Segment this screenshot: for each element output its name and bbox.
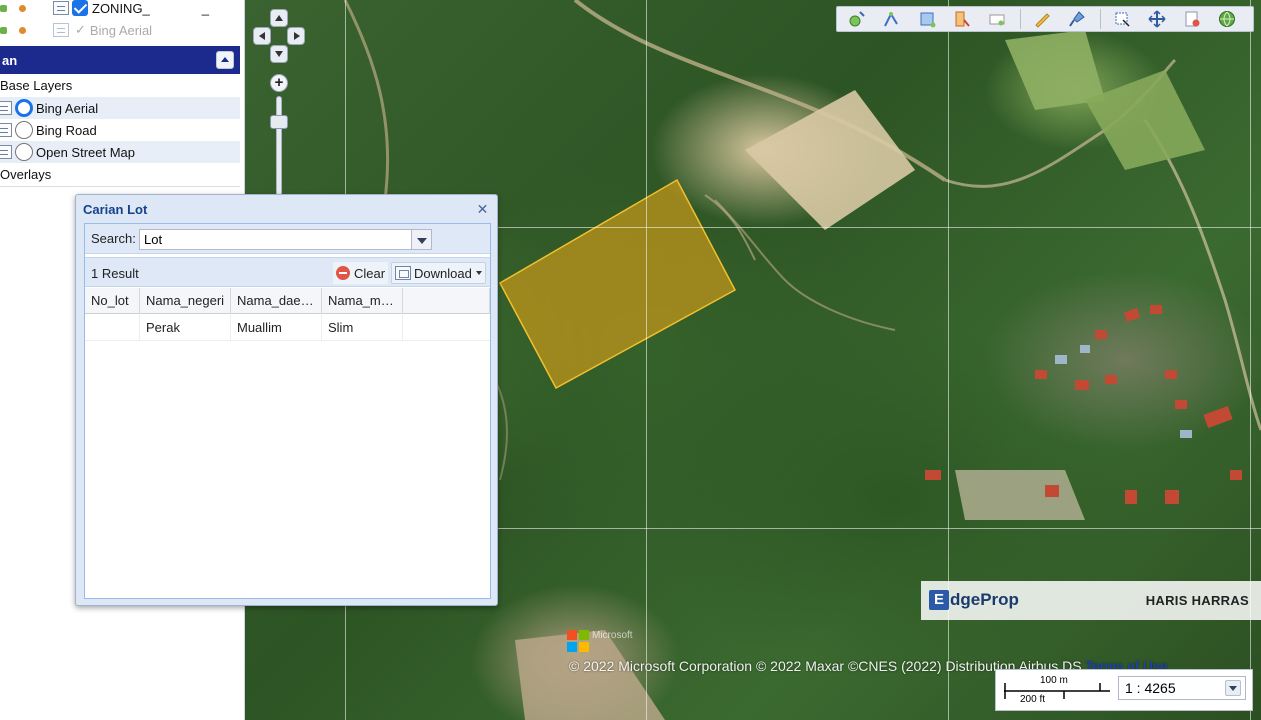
clear-label: Clear [354,265,386,281]
edgeprop-watermark: E dgeProp HARIS HARRAS [921,581,1261,620]
download-button[interactable]: Download [391,262,486,284]
chevron-down-icon[interactable] [1225,680,1241,696]
scale-ratio-value: 1 : 4265 [1125,680,1176,696]
base-layers-label: Base Layers [0,77,73,93]
dialog-body: Search: 1 Result Clear Download No_lot N… [84,223,491,599]
result-count: 1 Result [91,266,139,281]
pan-up-button[interactable] [270,9,288,27]
chevron-down-icon [475,271,482,275]
download-label: Download [414,265,472,281]
base-layer-label: Open Street Map [36,144,135,160]
overlays-heading: Overlays [0,163,51,185]
layer-status-icon [19,26,26,34]
layer-edit-icon[interactable] [950,8,974,30]
table-cell [85,315,140,341]
search-input[interactable] [139,229,412,250]
move-icon[interactable] [1145,8,1169,30]
column-header[interactable]: Nama_dae… [231,288,322,314]
selected-lot-polygon [498,178,737,390]
brush-icon[interactable] [1065,8,1089,30]
microsoft-wordmark: Microsoft [592,630,633,641]
panel-divider [0,186,240,187]
scale-imperial: 200 ft [1020,694,1046,705]
select-area-icon[interactable] [915,8,939,30]
close-icon[interactable]: ✕ [475,202,490,217]
scale-control: 100 m 200 ft 1 : 4265 [995,669,1253,711]
layer-label-zoning: ZONING_ [92,0,150,16]
logo-text: dgeProp [950,590,1019,609]
base-layer-label: Bing Aerial [36,100,99,116]
download-icon [395,266,411,280]
dialog-title[interactable]: Carian Lot [83,202,147,217]
bing-aerial-radio[interactable] [15,99,33,117]
scale-ratio-select[interactable]: 1 : 4265 [1118,676,1246,700]
map-toolbar [836,6,1254,32]
pan-left-button[interactable] [253,27,271,45]
carian-lot-dialog: Carian Lot ✕ Search: 1 Result Clear Down… [75,194,498,606]
agent-name: HARIS HARRAS [1145,593,1249,608]
base-layers-heading: Base Layers [0,74,72,96]
globe-icon[interactable] [1215,8,1239,30]
search-label: Search: [91,231,136,246]
scale-metric: 100 m [1040,675,1068,686]
layer-legend-icon [0,123,12,137]
layer-legend-icon [0,145,12,159]
pencil-icon[interactable] [1030,8,1054,30]
overlays-label: Overlays [0,166,52,182]
base-layer-bing-aerial[interactable]: Bing Aerial [0,97,240,119]
layer-panel-header[interactable]: an [0,46,240,74]
collapse-panel-button[interactable] [216,51,234,69]
logo-mark: E [929,590,949,610]
select-icon[interactable] [1110,8,1134,30]
results-table-header: No_lot Nama_negeri Nama_dae… Nama_m… [85,288,490,314]
layer-visible-icon [0,26,7,34]
edit-line-icon[interactable] [880,8,904,30]
layer-visible-icon [0,4,7,12]
layer-label-suffix: _ [201,0,210,16]
layer-legend-icon[interactable] [53,1,69,15]
add-point-icon[interactable] [845,8,869,30]
layer-label-bing-aerial-overlay: Bing Aerial [89,22,153,38]
column-header[interactable] [403,288,490,314]
base-layer-bing-road[interactable]: Bing Road [0,119,240,141]
pan-right-button[interactable] [287,27,305,45]
table-cell: Muallim [231,315,322,341]
layer-legend-icon [0,101,12,115]
result-toolbar: 1 Result Clear Download [85,257,490,287]
table-cell: Perak [140,315,231,341]
search-toolbar: Search: [85,224,490,254]
pan-down-button[interactable] [270,45,288,63]
column-header[interactable]: Nama_negeri [140,288,231,314]
layer-row-bing-aerial-overlay[interactable]: ✓ Bing Aerial [0,19,240,41]
osm-radio[interactable] [15,143,33,161]
toolbar-separator [1100,9,1101,29]
layer-status-icon [19,4,26,12]
map-gridline [646,0,647,720]
base-layer-osm[interactable]: Open Street Map [0,141,240,163]
zoning-checkbox[interactable] [72,0,88,16]
clear-icon[interactable] [1180,8,1204,30]
zoom-slider-track[interactable] [276,96,282,196]
layer-legend-icon[interactable] [53,23,69,37]
table-row[interactable]: Perak Muallim Slim [85,315,490,341]
check-icon[interactable]: ✓ [75,22,86,38]
column-header[interactable]: No_lot [85,288,140,314]
column-header[interactable]: Nama_m… [322,288,403,314]
zoom-slider-handle[interactable] [270,115,288,129]
microsoft-logo-icon [567,630,589,652]
remove-icon [336,266,350,280]
panel-title: an [2,52,18,68]
clear-button[interactable]: Clear [333,262,389,284]
label-icon[interactable] [985,8,1009,30]
table-cell [403,315,490,341]
base-layer-label: Bing Road [36,122,97,138]
edgeprop-logo: E dgeProp [929,590,1019,610]
table-cell: Slim [322,315,403,341]
toolbar-separator [1020,9,1021,29]
zoom-in-button[interactable]: + [270,74,288,92]
layer-row-zoning[interactable]: ZONING_ _ [0,0,240,19]
search-dropdown-button[interactable] [412,229,432,250]
bing-road-radio[interactable] [15,121,33,139]
